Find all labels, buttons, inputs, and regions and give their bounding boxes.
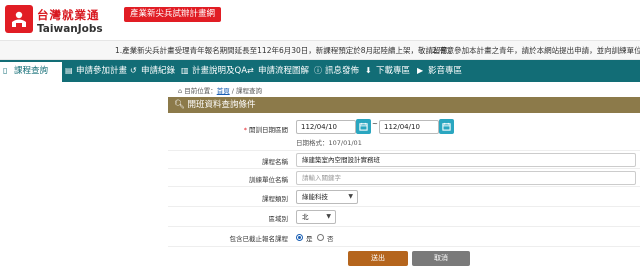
panel-title: 開班資料查詢條件 — [187, 100, 256, 110]
nav-label: 申請參加計畫 — [76, 66, 128, 76]
course-category-select[interactable]: 綠能科技 ▼ — [296, 190, 358, 204]
flow-icon: ⇄ — [247, 66, 254, 75]
nav-plan-qa[interactable]: ▥ 計畫說明及QA — [178, 60, 247, 82]
nav-download[interactable]: ⬇ 下載專區 — [362, 60, 410, 82]
org-name-label: 訓練單位名稱 — [249, 176, 288, 184]
required-mark: * — [243, 126, 247, 134]
info-icon: ⓘ — [314, 66, 322, 75]
include-closed-yes-label[interactable]: 是 — [306, 233, 313, 243]
nav-application-record[interactable]: ↺ 申請紀錄 — [127, 60, 175, 82]
cancel-button[interactable]: 取消 — [412, 251, 470, 266]
breadcrumb-current: 課程查詢 — [236, 87, 263, 95]
date-from-input[interactable]: 112/04/10 — [296, 120, 356, 134]
nav-course-search[interactable]: ▯ 課程查詢 — [0, 60, 62, 82]
region-value: 北 — [302, 213, 309, 221]
submit-button[interactable]: 送出 — [348, 251, 408, 266]
nav-label: 下載專區 — [376, 66, 411, 76]
search-panel-header: 🔍︎ 開班資料查詢條件 — [168, 97, 640, 113]
include-closed-no-radio[interactable] — [317, 234, 324, 241]
logo-title-en: TaiwanJobs — [37, 23, 103, 35]
date-range-separator: ~ — [372, 120, 378, 128]
nav-news[interactable]: ⓘ 訊息發佈 — [311, 60, 359, 82]
date-range-label: * 開訓日期區間 — [243, 126, 288, 134]
course-name-input[interactable]: 綠建築室內空間設計實務班 — [296, 153, 636, 167]
logo-mark-icon — [12, 11, 26, 27]
announcement-item[interactable]: 2.有意參加本計畫之青年，請於本網站提出申請，並向訓練單位完成 — [432, 45, 640, 56]
include-closed-yes-radio[interactable] — [296, 234, 303, 241]
search-icon: 🔍︎ — [174, 100, 185, 110]
include-closed-no-label[interactable]: 否 — [327, 233, 334, 243]
region-row: 區域別 北 ▼ — [168, 207, 640, 227]
announcement-item[interactable]: 1.產業新尖兵計畫受理青年報名期間延長至112年6月30日，新課程預定於8月起陸… — [115, 45, 456, 56]
region-label: 區域別 — [268, 215, 289, 223]
download-icon: ⬇ — [365, 66, 372, 75]
history-icon: ↺ — [130, 66, 137, 75]
id-card-icon: ▤ — [65, 66, 73, 75]
nav-video[interactable]: ▶ 影音專區 — [414, 60, 462, 82]
breadcrumb-prefix: 目前位置： — [184, 87, 217, 95]
include-closed-label: 包含已截止報名課程 — [229, 235, 289, 243]
site-name-badge: 產業新尖兵試辦計畫網 — [124, 7, 222, 22]
nav-label: 計畫說明及QA — [192, 66, 248, 76]
nav-label: 訊息發佈 — [325, 66, 360, 76]
course-name-label: 課程名稱 — [262, 158, 288, 166]
book-icon: ▥ — [181, 66, 189, 75]
org-name-row: 訓練單位名稱 請輸入關鍵字 — [168, 169, 640, 187]
video-icon: ▶ — [417, 66, 424, 75]
nav-apply-plan[interactable]: ▤ 申請參加計畫 — [62, 60, 127, 82]
logo-title-zh: 台灣就業通 — [37, 8, 100, 22]
course-name-row: 課程名稱 綠建築室內空間設計實務班 — [168, 151, 640, 169]
nav-label: 申請流程圖解 — [258, 66, 310, 76]
chevron-down-icon: ▼ — [348, 193, 353, 200]
date-from-calendar-button[interactable] — [356, 119, 371, 134]
breadcrumb-home-link[interactable]: 首頁 — [217, 87, 230, 95]
chevron-down-icon: ▼ — [326, 213, 331, 220]
course-category-label: 課程類別 — [262, 195, 288, 203]
main-nav: ▯ 課程查詢 ▤ 申請參加計畫 ↺ 申請紀錄 ▥ 計畫說明及QA ⇄ 申請流程圖解 ⓘ 訊息… — [0, 60, 640, 82]
site-header: 台灣就業通 TaiwanJobs 產業新尖兵試辦計畫網 — [0, 0, 640, 40]
calendar-icon — [442, 122, 451, 131]
nav-process-chart[interactable]: ⇄ 申請流程圖解 — [244, 60, 309, 82]
page-icon: ▯ — [3, 66, 8, 75]
calendar-icon — [359, 122, 368, 131]
nav-label: 課程查詢 — [14, 66, 49, 76]
course-category-value: 綠能科技 — [302, 193, 328, 201]
org-name-input[interactable]: 請輸入關鍵字 — [296, 171, 636, 185]
date-format-hint: 日期格式：107/01/01 — [296, 139, 362, 147]
region-select[interactable]: 北 ▼ — [296, 210, 336, 224]
taiwanjobs-logo-icon[interactable] — [5, 5, 33, 33]
include-closed-row: 包含已截止報名課程 是 否 — [168, 227, 640, 247]
announcement-marquee: 1.產業新尖兵計畫受理青年報名期間延長至112年6月30日，新課程預定於8月起陸… — [0, 40, 640, 60]
breadcrumb: ⌂ 目前位置：首頁 / 課程查詢 — [178, 85, 262, 95]
date-range-row: * 開訓日期區間 112/04/10 ~ 112/04/10 日期格式：107/0… — [168, 115, 640, 151]
nav-label: 申請紀錄 — [141, 66, 176, 76]
nav-label: 影音專區 — [428, 66, 463, 76]
date-to-input[interactable]: 112/04/10 — [379, 120, 439, 134]
date-to-calendar-button[interactable] — [439, 119, 454, 134]
course-category-row: 課程類別 綠能科技 ▼ — [168, 187, 640, 207]
